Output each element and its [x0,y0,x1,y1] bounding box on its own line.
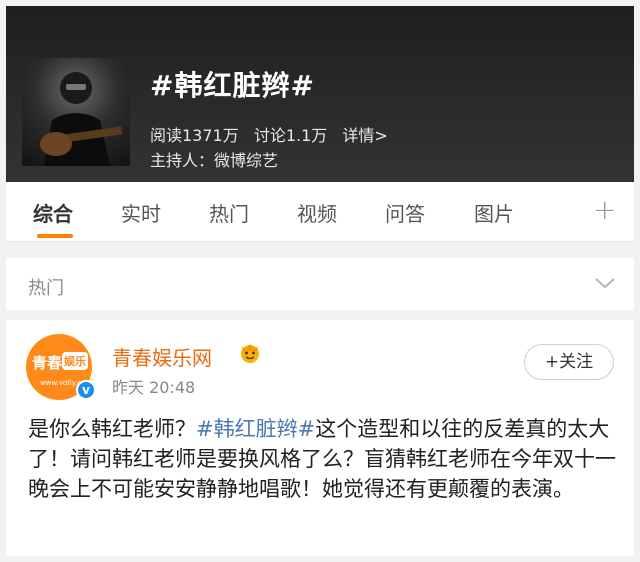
detail-link[interactable]: 详情> [342,126,387,145]
tab-hot[interactable]: 热门 [209,198,249,227]
topic-title: #韩红脏辫# [150,69,315,102]
topic-host: 主持人：微博综艺 [150,151,279,170]
read-count: 阅读1371万 [150,126,239,145]
tab-images[interactable]: 图片 [474,198,514,227]
verified-badge-icon: v [76,380,96,400]
screenshot-frame: #韩红脏辫# 阅读1371万 讨论1.1万 详情> 主持人：微博综艺 综合 实时… [0,0,640,562]
member-crown-icon [241,344,259,363]
topic-cover-image [22,58,130,166]
tab-comprehensive[interactable]: 综合 [33,198,73,227]
avatar-logo-text: 青春 [32,354,63,372]
topic-header: #韩红脏辫# 阅读1371万 讨论1.1万 详情> 主持人：微博综艺 [6,6,634,182]
post-time: 昨天 20:48 [112,378,196,397]
tab-realtime[interactable]: 实时 [121,198,161,227]
avatar-logo-badge: 娱乐 [62,352,88,370]
discuss-count: 讨论1.1万 [253,126,328,145]
hot-section-header[interactable]: 热门 [6,258,634,310]
tab-bar: 综合 实时 热门 视频 问答 图片 + [6,182,634,242]
section-label: 热门 [28,278,64,299]
active-tab-indicator [37,234,73,238]
tab-qa[interactable]: 问答 [385,198,425,227]
post-text: 是你么韩红老师？#韩红脏辫#这个造型和以往的反差真的太大了！请问韩红老师是要换风… [28,414,624,504]
author-name[interactable]: 青春娱乐网 [112,342,212,371]
topic-stats: 阅读1371万 讨论1.1万 详情> [150,122,398,146]
follow-button[interactable]: +关注 [524,344,614,380]
post-hashtag-link[interactable]: #韩红脏辫# [196,417,315,441]
chevron-down-icon[interactable] [594,276,616,290]
post-text-before: 是你么韩红老师？ [28,417,196,441]
plus-icon[interactable]: + [593,196,616,224]
weibo-post: 青春 娱乐 www.vdfly.com v 青春娱乐网 昨天 20:48 +关注… [6,320,634,556]
tab-video[interactable]: 视频 [297,198,337,227]
